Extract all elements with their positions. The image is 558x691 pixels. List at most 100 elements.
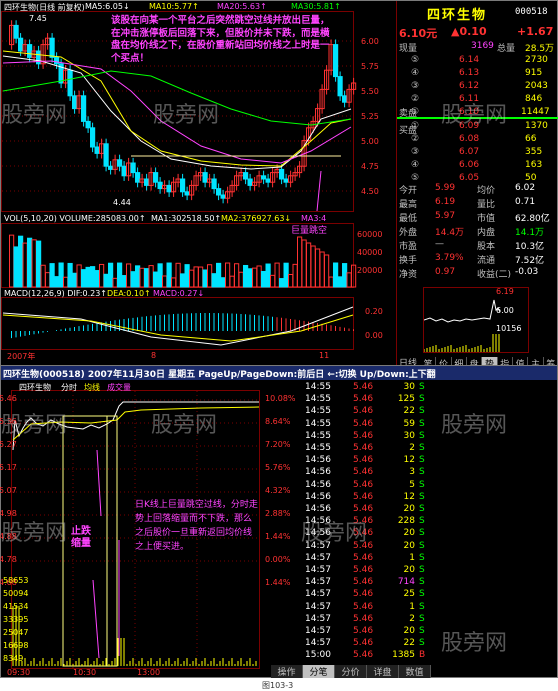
volume-bar <box>238 271 244 288</box>
ask-row[interactable]: ④ 6.13 915 <box>397 68 558 81</box>
bid-price: 6.05 <box>459 173 480 183</box>
candle-body <box>49 37 55 58</box>
bottom-tab[interactable]: 详盘 <box>367 665 399 678</box>
tick-price: 5.46 <box>353 406 374 417</box>
tick-price: 5.46 <box>353 430 374 441</box>
intraday-pct-tick: 1.44% <box>265 578 291 587</box>
tick-side: S <box>419 479 425 490</box>
tick-side: S <box>419 430 425 441</box>
intraday-titlebar[interactable]: 四环生物(000518) 2007年11月30日 星期五 PageUp/Page… <box>1 366 557 380</box>
tick-side: S <box>419 382 425 392</box>
current-hand-label: 现量 <box>399 44 418 54</box>
annotation-stop: 止跌缩量 <box>71 526 91 549</box>
volume-bar <box>117 262 123 288</box>
tick-time: 14:57 <box>305 589 331 600</box>
price-change: ▲0.10 <box>451 25 487 38</box>
arrow-up <box>96 449 102 517</box>
ask-row[interactable]: ⑤ 6.14 2730 <box>397 55 558 68</box>
bid-price: 6.08 <box>459 134 480 144</box>
bid-row[interactable]: ① 6.09 1370 <box>397 121 558 134</box>
ask-row[interactable]: ② 6.11 846 <box>397 94 558 107</box>
ma5-line <box>2 55 352 170</box>
bid-row[interactable]: ④ 6.06 163 <box>397 160 558 173</box>
volume-bar <box>148 265 154 288</box>
bid-level: ④ <box>411 160 420 170</box>
ask-price: 6.11 <box>459 94 480 104</box>
price-change-pct: +1.67 <box>517 25 554 38</box>
tick-row: 14:57 5.46 714 S <box>301 577 431 589</box>
tick-price: 5.46 <box>353 589 374 600</box>
bid-level: ② <box>411 134 420 144</box>
volume-bar <box>27 237 33 288</box>
stat-label: 外盘 <box>399 228 418 238</box>
candle-body <box>261 175 267 180</box>
volume-bar <box>207 264 213 288</box>
tick-side: S <box>419 589 425 600</box>
intraday-window: 四环生物(000518) 2007年11月30日 星期五 PageUp/Page… <box>0 365 557 679</box>
candle-body <box>220 194 226 199</box>
bottom-tab[interactable]: 分价 <box>335 665 367 678</box>
tick-volume: 25 <box>403 589 415 600</box>
tick-row: 14:57 5.46 20 S <box>301 541 431 553</box>
tick-side: S <box>419 540 425 551</box>
tick-row: 14:56 5.46 20 S <box>301 528 431 540</box>
book-divider <box>397 117 558 119</box>
bottom-tab[interactable]: 数值 <box>399 665 431 678</box>
volume-bar <box>193 266 199 288</box>
tick-price: 5.46 <box>353 613 374 624</box>
tick-list[interactable]: 14:55 5.46 30 S 14:55 5.46 125 S 14:55 5.46 22 S 14:… <box>301 382 431 664</box>
candle-body <box>54 56 60 65</box>
tick-time: 14:57 <box>305 613 331 624</box>
tick-side: S <box>419 491 425 502</box>
tick-price: 5.46 <box>353 577 374 588</box>
tick-time: 14:57 <box>305 601 331 612</box>
tick-volume: 20 <box>403 528 415 539</box>
tick-volume: 714 <box>397 577 415 588</box>
quote-panel: 四环生物 000518 6.10元 ▲0.10 +1.67 现量 3169 总量… <box>396 1 558 373</box>
volume-bar <box>315 248 321 288</box>
bid-volume: 50 <box>525 173 537 183</box>
candle-body <box>67 69 73 97</box>
date-label-8: 8 <box>151 351 157 360</box>
volume-bar <box>36 240 42 288</box>
tick-price: 5.46 <box>353 394 374 405</box>
tick-time: 14:56 <box>305 491 331 502</box>
candle-body <box>283 178 289 183</box>
tick-side: S <box>419 467 425 478</box>
price-tick: 5.25 <box>361 112 379 121</box>
volume-bar <box>189 269 195 288</box>
candle-body <box>180 178 186 193</box>
mini-vol: 10156 <box>496 324 522 333</box>
tick-volume: 20 <box>403 626 415 636</box>
volume-bar <box>90 266 96 288</box>
volume-bar <box>22 242 28 288</box>
candle-body <box>265 178 271 183</box>
bid-row[interactable]: ② 6.08 66 <box>397 134 558 147</box>
volume-bar <box>121 275 127 288</box>
candle-body <box>90 127 96 148</box>
stat-value: 5.97 <box>435 211 456 221</box>
price-tick: 4.75 <box>361 162 379 171</box>
ask-row[interactable]: ③ 6.12 2043 <box>397 81 558 94</box>
stat-label: 股本 <box>477 242 496 252</box>
daily-chart-panel[interactable]: 四环生物(日线 前复权) MA5:6.05↓ MA10:5.77↑ MA20:5… <box>1 1 395 363</box>
volume-bar <box>202 269 208 288</box>
tick-row: 15:00 5.46 1385 B <box>301 650 431 662</box>
tick-row: 14:57 5.46 25 S <box>301 589 431 601</box>
stat-row: 净资 0.97 收益(二) -0.03 <box>397 267 558 281</box>
intraday-vol-tick: 16698 <box>3 641 29 650</box>
legend-fs: 分时 <box>61 383 77 392</box>
intraday-chart-panel[interactable]: 四环生物 分时 均线 成交量 5.46 5.36 5.27 5.17 5.07 4.98 4… <box>0 380 299 679</box>
bottom-tab[interactable]: 操作 <box>271 665 303 678</box>
stat-label: 收益(二) <box>477 270 512 280</box>
stat-row: 外盘 14.4万 内盘 14.1万 <box>397 225 558 239</box>
volume-bar <box>342 263 348 288</box>
candle-body <box>117 159 123 167</box>
volume-bar <box>135 265 141 288</box>
tick-time: 14:55 <box>305 406 331 417</box>
legend-vol: 成交量 <box>107 383 131 392</box>
tick-price: 5.46 <box>353 491 374 502</box>
mini-intraday-chart[interactable]: 6.19 6.00 10156 <box>423 287 529 353</box>
bottom-tab[interactable]: 分笔 <box>303 665 335 678</box>
bid-row[interactable]: ③ 6.07 355 <box>397 147 558 160</box>
